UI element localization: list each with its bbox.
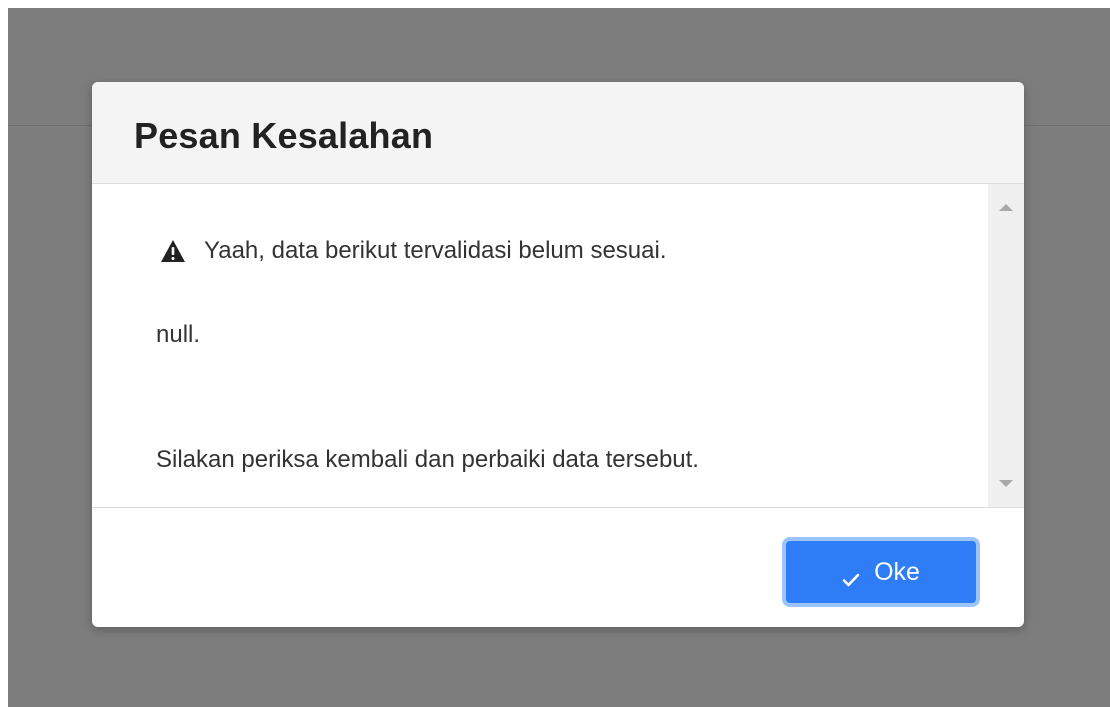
error-detail-text: null. bbox=[156, 321, 201, 348]
checkmark-icon bbox=[842, 565, 860, 587]
warning-triangle-icon bbox=[160, 239, 186, 263]
vertical-scrollbar[interactable] bbox=[988, 184, 1024, 507]
chevron-down-icon[interactable] bbox=[999, 480, 1013, 487]
chevron-up-icon[interactable] bbox=[999, 204, 1013, 211]
error-dialog: Pesan Kesalahan Yaah, data berikut terva… bbox=[92, 82, 1024, 627]
dialog-title: Pesan Kesalahan bbox=[134, 115, 434, 156]
ok-button-label: Oke bbox=[874, 557, 920, 586]
dialog-body[interactable]: Yaah, data berikut tervalidasi belum ses… bbox=[92, 184, 1024, 508]
warning-message-text: Yaah, data berikut tervalidasi belum ses… bbox=[204, 237, 667, 264]
modal-backdrop: Pesan Kesalahan Yaah, data berikut terva… bbox=[8, 8, 1110, 707]
instruction-text: Silakan periksa kembali dan perbaiki dat… bbox=[156, 446, 699, 473]
dialog-header: Pesan Kesalahan bbox=[92, 82, 1024, 184]
dialog-footer: Oke bbox=[92, 508, 1024, 627]
message-content: Yaah, data berikut tervalidasi belum ses… bbox=[92, 184, 982, 507]
warning-message-row: Yaah, data berikut tervalidasi belum ses… bbox=[160, 237, 666, 265]
ok-button[interactable]: Oke bbox=[782, 537, 980, 607]
